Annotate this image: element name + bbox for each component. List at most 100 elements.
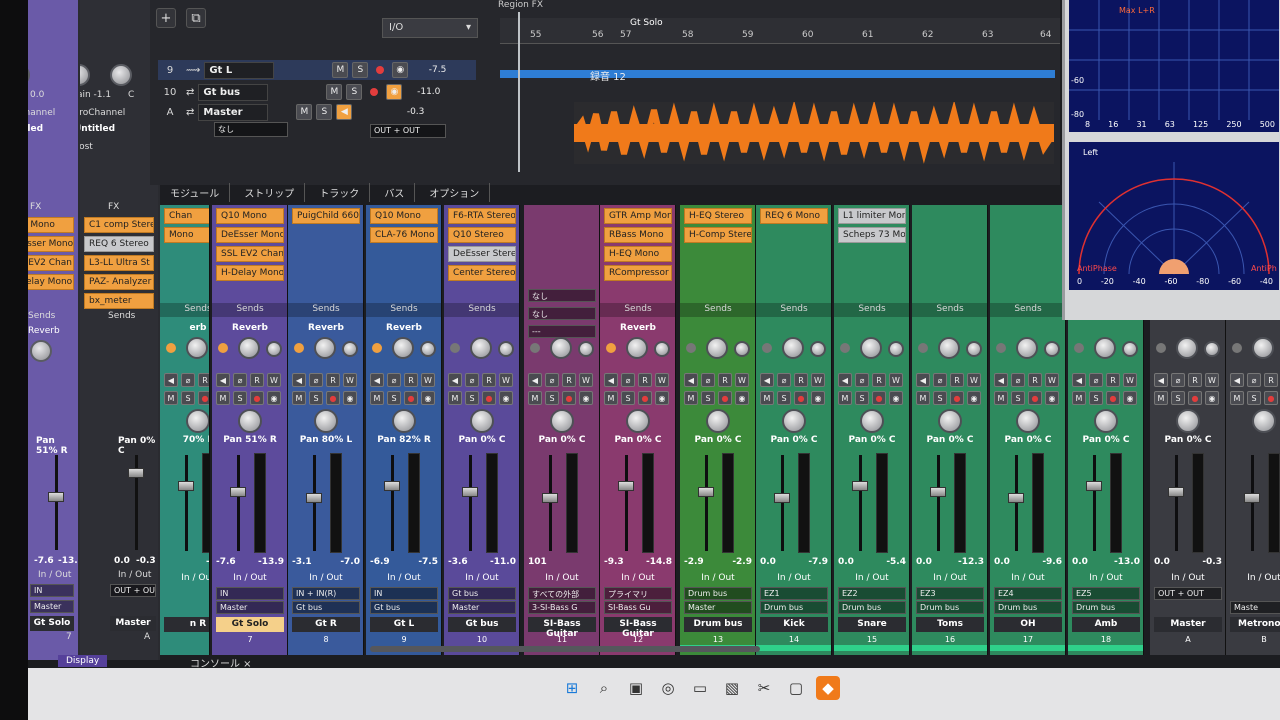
input-select[interactable]: プライマリ	[604, 587, 672, 600]
input-select[interactable]: EZ3	[916, 587, 984, 600]
track-name[interactable]: Kick	[760, 617, 828, 632]
record-arm-button[interactable]: ●	[718, 391, 732, 405]
input-select[interactable]: IN	[30, 584, 74, 597]
send-level-knob[interactable]	[1094, 337, 1116, 359]
track-name[interactable]: Master	[198, 103, 269, 121]
strip-button[interactable]: ◀	[370, 373, 384, 387]
fx-slot[interactable]: Q10 Stereo	[448, 227, 516, 243]
solo-button[interactable]: S	[933, 391, 947, 405]
mute-button[interactable]: M	[760, 391, 774, 405]
input-select[interactable]: Drum bus	[684, 587, 752, 600]
input-select[interactable]: EZ2	[838, 587, 906, 600]
solo-button[interactable]: S	[316, 104, 333, 120]
input-select[interactable]: OUT + OUT	[1154, 587, 1222, 600]
output-select[interactable]: Gt bus	[370, 601, 438, 614]
strip-button[interactable]: ◀	[994, 373, 1008, 387]
volume-fader[interactable]	[48, 492, 64, 502]
record-arm-button[interactable]: ●	[1264, 391, 1278, 405]
volume-fader[interactable]	[178, 481, 194, 491]
record-arm-button[interactable]: ●	[950, 391, 964, 405]
solo-button[interactable]: S	[1171, 391, 1185, 405]
strip-button[interactable]: ◀	[1072, 373, 1086, 387]
fx-slot[interactable]: H-EQ Stereo	[684, 208, 752, 224]
output-select[interactable]: 3-SI-Bass G	[528, 601, 596, 614]
send-pan-knob[interactable]	[888, 341, 904, 357]
pan-knob[interactable]	[860, 409, 884, 433]
strip-button[interactable]: R	[1106, 373, 1120, 387]
volume-fader[interactable]	[698, 487, 714, 497]
mute-button[interactable]: M	[292, 391, 306, 405]
mute-button[interactable]: M	[994, 391, 1008, 405]
send-level-knob[interactable]	[238, 337, 260, 359]
send-pan-knob[interactable]	[578, 341, 594, 357]
pan-knob[interactable]	[782, 409, 806, 433]
region-fx-menu[interactable]: Region FX	[498, 0, 543, 10]
input-select[interactable]: EZ5	[1072, 587, 1140, 600]
send-level-knob[interactable]	[1016, 337, 1038, 359]
monitor-button[interactable]: ◉	[579, 391, 593, 405]
volume-fader[interactable]	[774, 493, 790, 503]
strip-button[interactable]: ⌀	[1089, 373, 1103, 387]
strip-button[interactable]: ⌀	[181, 373, 195, 387]
pan-knob[interactable]	[392, 409, 416, 433]
output-select[interactable]: Drum bus	[994, 601, 1062, 614]
strip-button[interactable]: ⌀	[309, 373, 323, 387]
output-select[interactable]: Drum bus	[760, 601, 828, 614]
record-arm-button[interactable]: ●	[638, 391, 652, 405]
solo-button[interactable]: S	[621, 391, 635, 405]
solo-button[interactable]: S	[387, 391, 401, 405]
send-level-knob[interactable]	[186, 337, 208, 359]
strip-button[interactable]: ⌀	[855, 373, 869, 387]
monitor-icon[interactable]: ◉	[392, 62, 409, 78]
record-arm-button[interactable]	[366, 84, 382, 100]
monitor-button[interactable]: ◉	[343, 391, 357, 405]
volume-fader[interactable]	[1168, 487, 1184, 497]
strip-button[interactable]: W	[579, 373, 593, 387]
send-pan-knob[interactable]	[966, 341, 982, 357]
search-icon[interactable]: ⌕	[592, 676, 616, 700]
post-indicator[interactable]	[450, 343, 460, 353]
strip-button[interactable]: ⌀	[545, 373, 559, 387]
strip-button[interactable]: ◀	[448, 373, 462, 387]
post-indicator[interactable]	[166, 343, 176, 353]
fx-slot[interactable]: Scheps 73 Mo	[838, 227, 906, 243]
fx-slot[interactable]: CLA-76 Mono	[370, 227, 438, 243]
solo-button[interactable]: S	[181, 391, 195, 405]
send-level-knob[interactable]	[470, 337, 492, 359]
pan-knob[interactable]	[1094, 409, 1118, 433]
strip-button[interactable]: R	[198, 373, 209, 387]
volume-fader[interactable]	[1086, 481, 1102, 491]
post-indicator[interactable]	[686, 343, 696, 353]
volume-fader[interactable]	[230, 487, 246, 497]
send-select[interactable]: なし	[528, 307, 596, 320]
strip-button[interactable]: ⌀	[233, 373, 247, 387]
fx-slot[interactable]: Q10 Mono	[216, 208, 284, 224]
monitor-button[interactable]: ◉	[889, 391, 903, 405]
fx-slot[interactable]: L1 limiter Mono	[838, 208, 906, 224]
output-select[interactable]: Drum bus	[838, 601, 906, 614]
record-arm-button[interactable]: ●	[482, 391, 496, 405]
track-name[interactable]: n R	[164, 617, 209, 632]
pan-knob[interactable]	[626, 409, 650, 433]
strip-button[interactable]: ⌀	[777, 373, 791, 387]
mute-button[interactable]: M	[916, 391, 930, 405]
input-select[interactable]: すべての外部	[528, 587, 596, 600]
track-volume[interactable]: -7.5	[412, 65, 447, 75]
record-arm-button[interactable]: ●	[1106, 391, 1120, 405]
marker-label[interactable]: Gt Solo	[630, 18, 663, 28]
fx-slot[interactable]: PuigChild 660	[292, 208, 360, 224]
strip-button[interactable]: ◀	[292, 373, 306, 387]
preset-name[interactable]: Untitled	[80, 124, 115, 134]
send-level-knob[interactable]	[626, 337, 648, 359]
strip-button[interactable]: R	[872, 373, 886, 387]
solo-button[interactable]: S	[309, 391, 323, 405]
solo-button[interactable]: S	[346, 84, 363, 100]
strip-button[interactable]: W	[655, 373, 669, 387]
post-toggle[interactable]: Post	[80, 142, 93, 152]
strip-button[interactable]: ◀	[1230, 373, 1244, 387]
pan-knob[interactable]	[238, 409, 262, 433]
post-indicator[interactable]	[1232, 343, 1242, 353]
pan-knob[interactable]	[110, 64, 132, 86]
record-arm-button[interactable]: ●	[872, 391, 886, 405]
strip-button[interactable]: W	[267, 373, 281, 387]
